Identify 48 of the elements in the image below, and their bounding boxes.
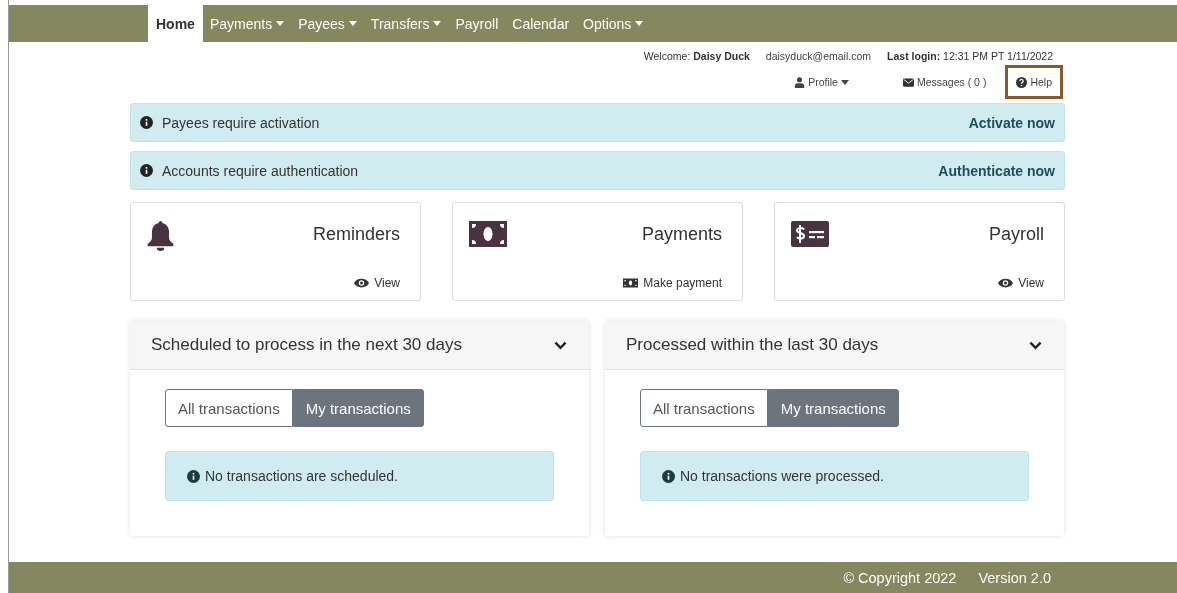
messages-link[interactable]: Messages ( 0 ) xyxy=(891,65,998,99)
eye-icon xyxy=(998,278,1014,288)
copyright-text: © Copyright 2022 xyxy=(843,569,957,586)
alert-message: Accounts require authentication xyxy=(162,162,359,179)
notice-text: No transactions are scheduled. xyxy=(205,468,398,484)
eye-icon xyxy=(354,278,370,288)
check-icon xyxy=(791,221,829,247)
card-link[interactable]: View xyxy=(998,276,1044,290)
banknote-icon xyxy=(469,221,507,247)
alert-link[interactable]: Authenticate now xyxy=(938,162,1055,179)
nav-tab[interactable]: Options xyxy=(576,5,651,42)
nav-tab[interactable]: Payees xyxy=(291,5,364,42)
alert-link[interactable]: Activate now xyxy=(968,114,1055,131)
alert-message: Payees require activation xyxy=(162,114,320,131)
nav-tab[interactable]: Payroll xyxy=(448,5,506,42)
card-title: Payroll xyxy=(988,224,1044,245)
envelope-icon xyxy=(902,76,914,88)
help-link[interactable]: Help xyxy=(1005,65,1063,99)
user-icon xyxy=(794,76,806,88)
welcome-text: Welcome: Daisy Duck xyxy=(643,50,750,62)
filter-toggle[interactable]: My transactions xyxy=(292,389,424,427)
notice-text: No transactions were processed. xyxy=(680,468,884,484)
user-email: daisyduck@email.com xyxy=(765,50,872,62)
filter-toggle[interactable]: All transactions xyxy=(165,389,293,427)
info-icon xyxy=(140,116,153,129)
help-icon xyxy=(1016,76,1028,88)
chevron-down-icon xyxy=(554,340,567,350)
nav-tab[interactable]: Transfers xyxy=(363,5,449,42)
info-icon xyxy=(662,469,675,483)
panel-title: Processed within the last 30 days xyxy=(626,335,879,355)
panel-title: Scheduled to process in the next 30 days xyxy=(151,335,462,355)
info-icon xyxy=(140,164,153,177)
nav-tab[interactable]: Calendar xyxy=(505,5,577,42)
last-login-text: Last login: 12:31 PM PT 1/11/2022 xyxy=(887,50,1053,62)
nav-tab[interactable]: Payments xyxy=(202,5,292,42)
chevron-down-icon xyxy=(1029,340,1042,350)
card-link[interactable]: Make payment xyxy=(623,276,722,290)
card-title: Reminders xyxy=(312,224,400,245)
banknote-icon xyxy=(623,278,639,288)
filter-toggle[interactable]: My transactions xyxy=(767,389,899,427)
info-icon xyxy=(187,469,200,483)
card-title: Payments xyxy=(641,224,722,245)
card-link[interactable]: View xyxy=(354,276,400,290)
nav-tab[interactable]: Home xyxy=(148,5,203,42)
version-text: Version 2.0 xyxy=(978,569,1051,586)
bell-icon xyxy=(147,221,174,251)
profile-menu[interactable]: Profile xyxy=(783,65,860,99)
filter-toggle[interactable]: All transactions xyxy=(640,389,768,427)
